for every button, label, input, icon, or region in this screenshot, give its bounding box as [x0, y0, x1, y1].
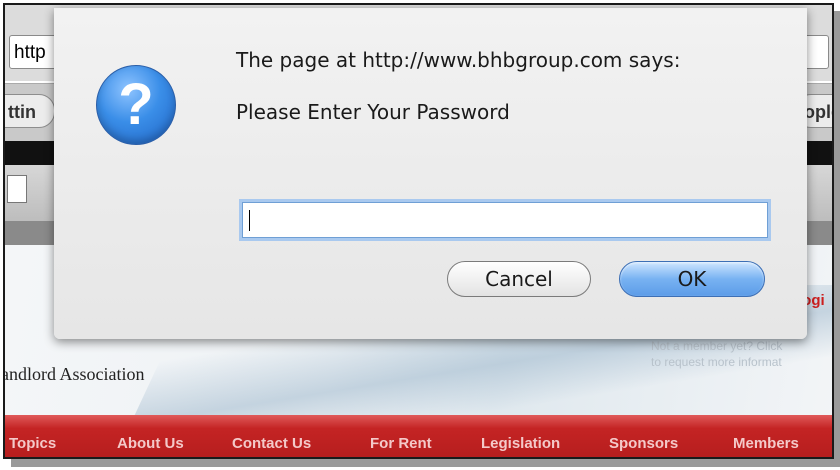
dialog-title: The page at http://www.bhbgroup.com says… [236, 48, 681, 72]
ok-button[interactable]: OK [619, 261, 765, 297]
password-input[interactable] [242, 202, 768, 238]
membership-note-line1: Not a member yet? Click [651, 339, 783, 353]
page-icon [7, 175, 27, 203]
dialog-message: Please Enter Your Password [236, 100, 510, 124]
nav-members[interactable]: Members [733, 435, 799, 452]
membership-note-line2: to request more informat [651, 355, 782, 369]
nav-sponsors[interactable]: Sponsors [609, 435, 678, 452]
nav-topics[interactable]: Topics [9, 435, 56, 452]
nav-for-rent[interactable]: For Rent [370, 435, 432, 452]
bookmark-left[interactable]: ttin [5, 94, 55, 128]
nav-legislation[interactable]: Legislation [481, 435, 560, 452]
question-icon: ? [96, 65, 176, 145]
nav-about-us[interactable]: About Us [117, 435, 184, 452]
screenshot-frame: http ttin ople andlord Association Logi … [3, 3, 834, 459]
membership-note: Not a member yet? Click to request more … [651, 338, 832, 370]
nav-contact-us[interactable]: Contact Us [232, 435, 311, 452]
text-caret [249, 210, 250, 231]
site-nav: Topics About Us Contact Us For Rent Legi… [5, 415, 832, 457]
prompt-dialog: ? The page at http://www.bhbgroup.com sa… [54, 8, 807, 339]
cancel-button[interactable]: Cancel [447, 261, 591, 297]
site-title: andlord Association [3, 364, 145, 384]
